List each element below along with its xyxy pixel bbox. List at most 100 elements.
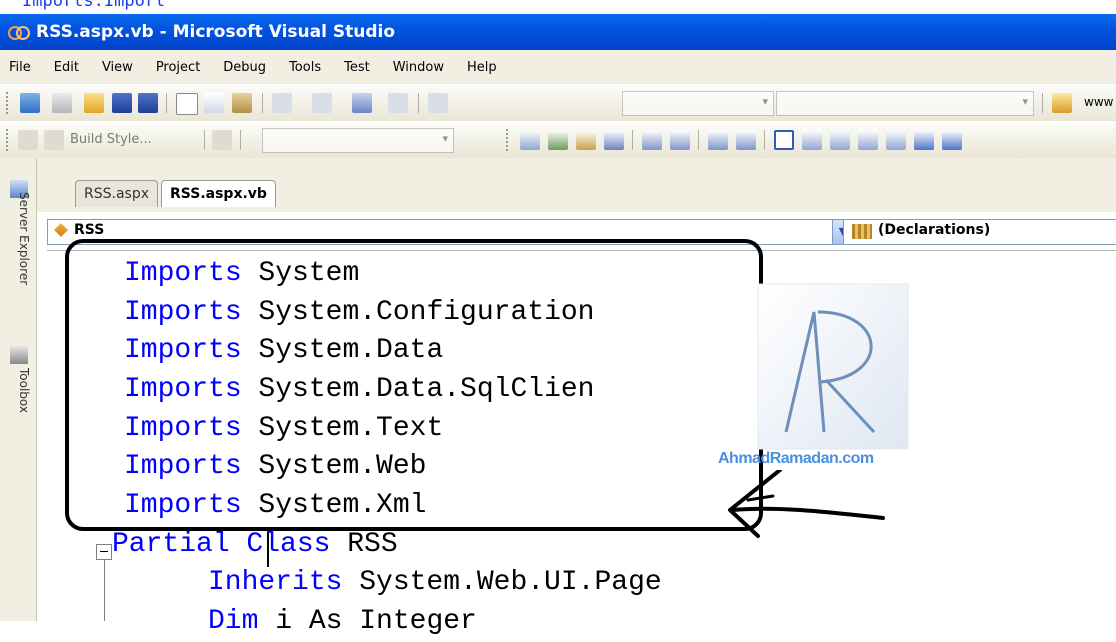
top-strip-text: Imports.Import <box>22 0 166 11</box>
uncomment-icon[interactable] <box>736 130 756 150</box>
window-title: RSS.aspx.vb - Microsoft Visual Studio <box>36 22 395 42</box>
code-text: System.Configuration <box>241 297 595 328</box>
navigate-forward-icon[interactable] <box>388 93 408 113</box>
start-debugging-icon[interactable] <box>428 93 448 113</box>
open-file-icon[interactable] <box>84 93 104 113</box>
toolbar-grip[interactable] <box>6 129 12 151</box>
outline-guide-line <box>104 560 105 621</box>
save-icon[interactable] <box>112 93 132 113</box>
toolbar-separator <box>204 130 205 150</box>
menu-bar: File Edit View Project Debug Tools Test … <box>0 50 1116 84</box>
build-style-button[interactable]: Build Style... <box>70 132 152 147</box>
add-item-icon[interactable] <box>52 93 72 113</box>
code-line: Partial Class RSS <box>112 526 398 565</box>
solution-configuration-dropdown[interactable] <box>622 91 774 116</box>
toolbar-separator <box>418 93 419 113</box>
code-keyword: Inherits <box>208 567 343 598</box>
toolbar-grip[interactable] <box>506 129 512 151</box>
paste-icon[interactable] <box>232 93 252 113</box>
menu-debug[interactable]: Debug <box>223 60 266 75</box>
toolbar-grip[interactable] <box>6 92 12 114</box>
menu-edit[interactable]: Edit <box>54 60 79 75</box>
toolbar-separator <box>632 130 633 150</box>
code-keyword: Imports <box>124 374 242 405</box>
toolbar-separator <box>166 93 167 113</box>
code-keyword: Imports <box>124 451 242 482</box>
code-text: RSS <box>330 529 398 560</box>
code-keyword: Imports <box>124 490 242 521</box>
parameter-info-icon[interactable] <box>576 130 596 150</box>
code-line: Imports System.Text <box>124 410 443 449</box>
comment-out-icon[interactable] <box>708 130 728 150</box>
code-text: i As Integer <box>258 606 477 637</box>
new-project-icon[interactable] <box>20 93 40 113</box>
tab-rss-aspx[interactable]: RSS.aspx <box>75 180 158 207</box>
code-line: Imports System.Data <box>124 332 443 371</box>
toolbar-separator <box>240 130 241 150</box>
menu-window[interactable]: Window <box>393 60 444 75</box>
code-line: Dim i As Integer <box>208 603 477 642</box>
redo-icon[interactable] <box>312 93 332 113</box>
outline-collapse-toggle[interactable] <box>96 544 112 560</box>
previous-bookmark-icon[interactable] <box>802 130 822 150</box>
navigate-backward-icon[interactable] <box>352 93 372 113</box>
save-all-icon[interactable] <box>138 93 158 113</box>
method-name-dropdown[interactable]: (Declarations) <box>843 219 1116 245</box>
toolbar-separator <box>1042 93 1043 113</box>
code-line: Imports System.Data.SqlClien <box>124 371 594 410</box>
target-rule-dropdown[interactable] <box>262 128 454 153</box>
cut-icon[interactable] <box>176 93 198 115</box>
next-bookmark-icon[interactable] <box>830 130 850 150</box>
decrease-indent-icon[interactable] <box>642 130 662 150</box>
class-icon <box>54 223 68 237</box>
style-application-icon[interactable] <box>212 130 232 150</box>
previous-bookmark-folder-icon[interactable] <box>858 130 878 150</box>
code-keyword: Partial Class <box>112 529 331 560</box>
menu-tools[interactable]: Tools <box>289 60 321 75</box>
undo-icon[interactable] <box>272 93 292 113</box>
code-keyword: Imports <box>124 258 242 289</box>
previous-bookmark-document-icon[interactable] <box>914 130 934 150</box>
toolbox-tab[interactable]: Toolbox <box>9 368 31 413</box>
menu-test[interactable]: Test <box>344 60 370 75</box>
code-editor[interactable]: Imports System Imports System.Configurat… <box>48 239 1116 637</box>
object-browser-icon[interactable] <box>520 130 540 150</box>
code-line: Imports System <box>124 255 359 294</box>
title-bar: RSS.aspx.vb - Microsoft Visual Studio <box>0 14 1116 50</box>
code-text: System.Web <box>241 451 427 482</box>
menu-file[interactable]: File <box>9 60 31 75</box>
increase-indent-icon[interactable] <box>670 130 690 150</box>
find-in-files-icon[interactable] <box>1052 93 1072 113</box>
menu-project[interactable]: Project <box>156 60 200 75</box>
code-text: System.Xml <box>241 490 427 521</box>
bookmark-toggle-icon[interactable] <box>774 130 794 150</box>
code-text: System.Text <box>241 413 444 444</box>
toolbox-icon[interactable] <box>10 346 28 364</box>
code-text: System.Web.UI.Page <box>342 567 662 598</box>
class-name-value: RSS <box>74 222 105 238</box>
toolbar-separator <box>262 93 263 113</box>
formatting-toolbar: Build Style... <box>0 121 1116 159</box>
solution-platform-dropdown[interactable] <box>776 91 1034 116</box>
next-bookmark-document-icon[interactable] <box>942 130 962 150</box>
text-cursor <box>267 533 269 567</box>
find-combo-text[interactable]: www <box>1084 95 1113 109</box>
method-name-value: (Declarations) <box>878 222 991 238</box>
tab-rss-aspx-vb[interactable]: RSS.aspx.vb <box>161 180 276 207</box>
code-line: Imports System.Web <box>124 448 426 487</box>
build-style-icon[interactable] <box>44 130 64 150</box>
next-bookmark-folder-icon[interactable] <box>886 130 906 150</box>
target-schema-icon[interactable] <box>18 130 38 150</box>
menu-help[interactable]: Help <box>467 60 497 75</box>
visual-studio-icon <box>8 25 30 40</box>
copy-icon[interactable] <box>204 93 224 113</box>
display-object-member-list-icon[interactable] <box>548 130 568 150</box>
hand-drawn-arrow <box>728 470 885 538</box>
server-explorer-tab[interactable]: Server Explorer <box>9 192 31 285</box>
standard-toolbar: www <box>0 84 1116 122</box>
complete-word-icon[interactable] <box>604 130 624 150</box>
code-keyword: Imports <box>124 335 242 366</box>
code-text: System <box>241 258 360 289</box>
menu-view[interactable]: View <box>102 60 133 75</box>
code-keyword: Imports <box>124 413 242 444</box>
